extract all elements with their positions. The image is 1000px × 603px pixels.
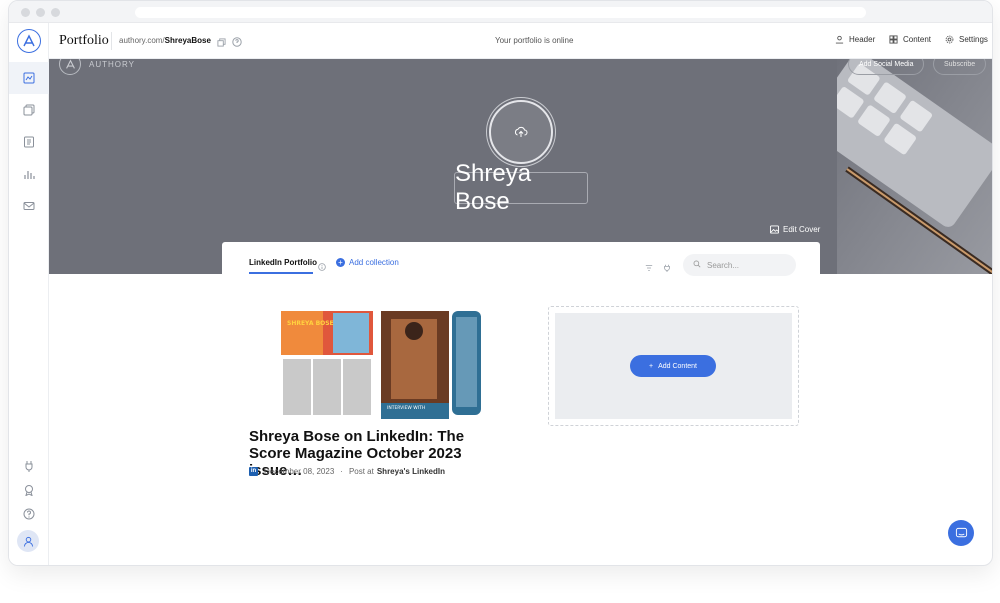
active-tab-indicator [249, 272, 313, 274]
add-collection-button[interactable]: + Add collection [336, 258, 399, 267]
search-box[interactable]: Search... [683, 254, 796, 276]
logo-icon[interactable] [17, 29, 41, 53]
add-content-button[interactable]: + Add Content [630, 355, 716, 377]
meta-separator: · [340, 467, 343, 476]
url-user: ShreyaBose [164, 36, 211, 45]
url-prefix: authory.com/ [119, 36, 165, 45]
top-bar: Portfolio authory.com/ShreyaBose Your po… [49, 23, 992, 59]
content-button-label: Content [903, 35, 932, 44]
authory-logo-text: AUTHORY [89, 59, 135, 69]
user-icon[interactable] [17, 530, 39, 552]
settings-icon [945, 35, 954, 44]
url-actions [217, 34, 242, 52]
newsletter-icon[interactable] [9, 190, 49, 222]
header-button[interactable]: Header [835, 35, 875, 44]
plus-icon: + [336, 258, 345, 267]
portfolio-icon[interactable] [9, 62, 49, 94]
add-content-placeholder: + Add Content [555, 313, 792, 419]
edit-cover-label: Edit Cover [783, 225, 821, 234]
content-icon [889, 35, 898, 44]
authory-logo-icon [59, 59, 81, 75]
window-minimize-dot[interactable] [36, 8, 45, 17]
window-titlebar [9, 1, 992, 23]
search-input[interactable]: Search... [707, 261, 739, 270]
profile-photo-upload[interactable] [489, 100, 553, 164]
filter-icon[interactable] [645, 259, 653, 277]
browser-address-bar[interactable] [135, 7, 866, 18]
profile-name[interactable]: Shreya Bose [454, 160, 588, 215]
chat-icon[interactable] [948, 520, 974, 546]
post-meta: in December 08, 2023 · Post at Shreya's … [249, 467, 445, 476]
image-icon [770, 225, 779, 234]
tab-linkedin-portfolio[interactable]: LinkedIn Portfolio [249, 258, 317, 267]
header-icon [835, 35, 844, 44]
post-source[interactable]: Shreya's LinkedIn [377, 467, 445, 476]
thumb-interview-text: INTERVIEW WITH [387, 405, 425, 411]
portfolio-status: Your portfolio is online [495, 36, 574, 45]
question-icon[interactable] [232, 34, 242, 52]
post-date: December 08, 2023 [264, 467, 335, 476]
authory-logo: AUTHORY [59, 59, 135, 75]
window-close-dot[interactable] [21, 8, 30, 17]
window-maximize-dot[interactable] [51, 8, 60, 17]
keyboard-pen-decoration [837, 59, 992, 274]
pages-icon[interactable] [9, 126, 49, 158]
post-thumbnail[interactable]: SHREYA BOSE INTERVIEW WITH [281, 311, 481, 419]
app-window: Portfolio authory.com/ShreyaBose Your po… [8, 0, 993, 566]
add-social-media-button[interactable]: Add Social Media [848, 59, 925, 75]
brand-title: Portfolio [59, 33, 109, 48]
sidebar [9, 23, 49, 565]
edit-cover-button[interactable]: Edit Cover [770, 225, 820, 234]
sort-icon[interactable] [663, 259, 671, 277]
post-at-label: Post at [348, 467, 374, 476]
upload-icon [514, 126, 528, 137]
collections-icon[interactable] [9, 94, 49, 126]
search-icon [693, 260, 701, 270]
copy-icon[interactable] [217, 34, 226, 52]
add-content-label: Add Content [658, 362, 697, 370]
tab-info-icon[interactable] [318, 258, 326, 276]
linkedin-icon: in [249, 467, 258, 476]
plus-icon: + [648, 362, 654, 370]
portfolio-url[interactable]: authory.com/ShreyaBose [119, 36, 211, 45]
add-collection-label: Add collection [349, 258, 399, 267]
settings-button[interactable]: Settings [945, 35, 988, 44]
thumb-headline: SHREYA BOSE [287, 320, 334, 327]
content-button[interactable]: Content [889, 35, 931, 44]
settings-button-label: Settings [959, 35, 988, 44]
content-panel-header: LinkedIn Portfolio + Add collection Sear… [222, 242, 820, 277]
add-content-area: + Add Content [548, 306, 799, 426]
help-icon[interactable] [9, 498, 49, 530]
header-button-label: Header [849, 35, 876, 44]
subscribe-button[interactable]: Subscribe [933, 59, 987, 75]
analytics-icon[interactable] [9, 158, 49, 190]
divider [111, 32, 112, 50]
